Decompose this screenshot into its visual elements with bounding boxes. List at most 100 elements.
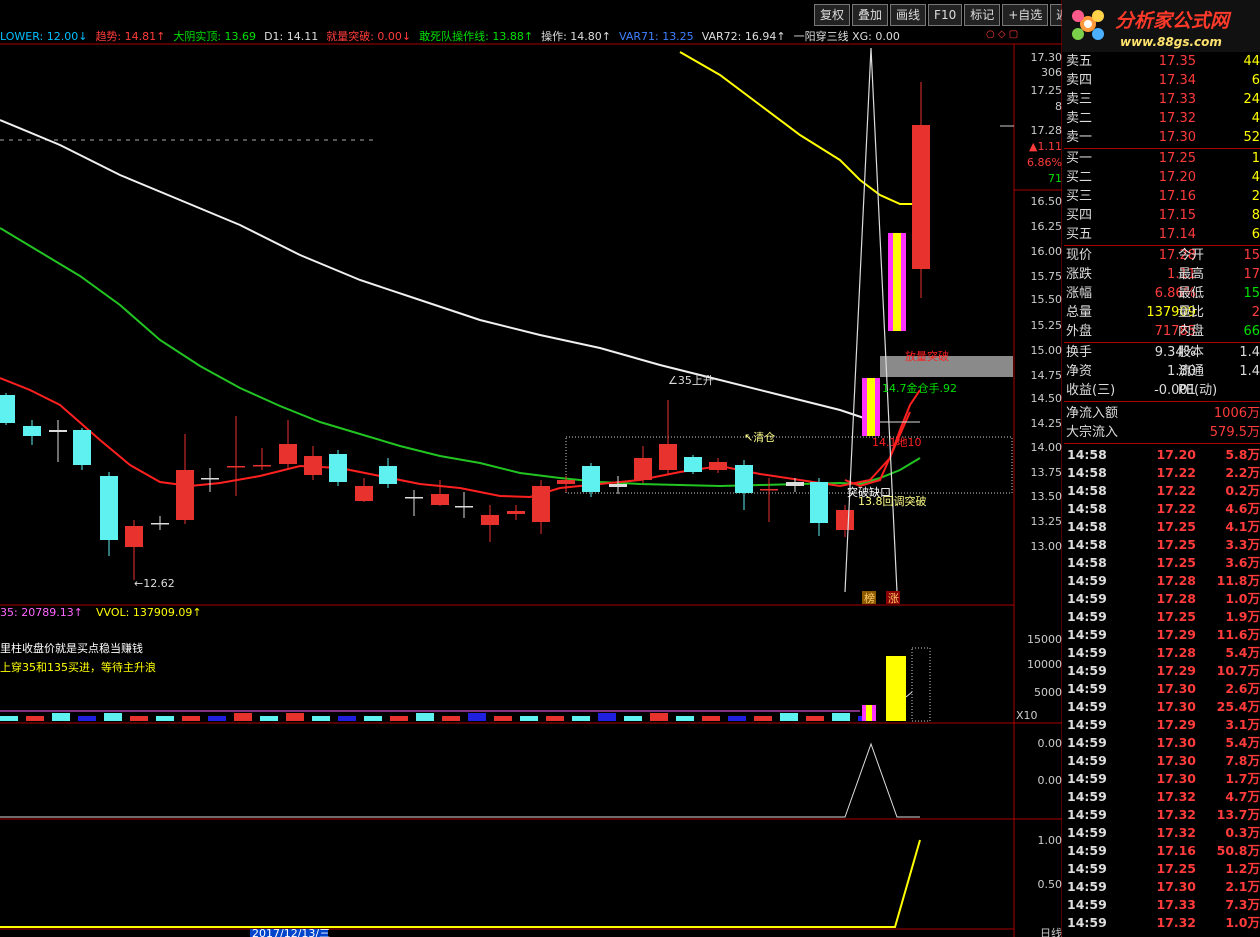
volume-bar (676, 716, 694, 721)
vol-axis-x10: X10 (1016, 709, 1038, 722)
price-axis-label: 13.00 (1031, 540, 1063, 553)
candle-body (49, 430, 67, 432)
candle-body (23, 426, 41, 436)
sell-level: 卖三 17.33 24 (1064, 90, 1260, 109)
cell: 14:59 (1067, 879, 1107, 894)
candle-body (532, 486, 550, 522)
cell: 17.29 (1156, 627, 1196, 642)
price-axis-label: 15.75 (1031, 270, 1063, 283)
volume-bar (624, 716, 642, 721)
candle-body (659, 444, 677, 470)
tick-row: 14:59 17.30 25.4万 (1064, 698, 1260, 716)
candle-body (201, 478, 219, 480)
volume-bar (650, 713, 668, 721)
quote-row: 涨幅 6.86% 最低 15 (1064, 284, 1260, 303)
volume-bar (572, 716, 590, 721)
cell: 8 (1251, 208, 1260, 223)
tick-row: 14:59 17.16 50.8万 (1064, 842, 1260, 860)
price-axis-label: 14.75 (1031, 369, 1063, 382)
cell: 量比 (1178, 305, 1205, 320)
price-axis-label: 16.00 (1031, 245, 1063, 258)
volume-bar-outline (911, 647, 931, 722)
tick-row: 14:59 17.30 1.7万 (1064, 770, 1260, 788)
cell: 17.32 (1156, 915, 1196, 930)
vol-ma135: 35: 20789.13↑ (0, 606, 83, 619)
price-axis-label: 15.00 (1031, 344, 1063, 357)
volume-bar (780, 713, 798, 721)
cell: 1.0万 (1225, 591, 1260, 606)
quote2-row: 净资 1.80 流通 1.4 (1064, 362, 1260, 381)
tick-row: 14:58 17.22 0.2万 (1064, 482, 1260, 500)
cell: 14:59 (1067, 609, 1107, 624)
price-axis-label: 15.50 (1031, 293, 1063, 306)
cell: 66 (1243, 324, 1260, 339)
cell: 卖三 (1066, 92, 1093, 107)
cell: 3.6万 (1225, 555, 1260, 570)
cell: 涨跌 (1066, 267, 1093, 282)
volume-bar (286, 713, 304, 721)
cell: 14:58 (1067, 501, 1107, 516)
cell: 14:59 (1067, 843, 1107, 858)
cell: 14:59 (1067, 573, 1107, 588)
cell: 13.7万 (1216, 807, 1260, 822)
volume-bar (832, 713, 850, 721)
price-axis-change: ▲1.11 (1029, 140, 1062, 153)
panel-separator (1064, 443, 1260, 444)
cell: 17.30 (1158, 130, 1196, 145)
cell: 买四 (1066, 208, 1093, 223)
volume-bar (208, 716, 226, 721)
tick-row: 14:59 17.28 5.4万 (1064, 644, 1260, 662)
tick-row: 14:58 17.22 4.6万 (1064, 500, 1260, 518)
cell: 14:58 (1067, 465, 1107, 480)
cell: 14:59 (1067, 861, 1107, 876)
breakout-vol-label: 放量突破 (905, 349, 949, 363)
candle-body (227, 466, 245, 468)
osc1-line (0, 742, 920, 818)
cell: 17.32 (1156, 789, 1196, 804)
price-axis-label: 16.25 (1031, 220, 1063, 233)
cell: 4.1万 (1225, 519, 1260, 534)
candle-body (176, 470, 194, 520)
cell: 14:59 (1067, 699, 1107, 714)
cell: 5.4万 (1225, 645, 1260, 660)
volume-bar (364, 716, 382, 721)
cell: 4.7万 (1225, 789, 1260, 804)
cell: 14:59 (1067, 897, 1107, 912)
cell: 收益(三) (1066, 383, 1116, 398)
cell: 10.7万 (1216, 663, 1260, 678)
cell: 14:58 (1067, 537, 1107, 552)
rise-label: ∠35上升 (668, 374, 714, 387)
kline-chart[interactable]: 17.30 17.25 17.28 16.50 16.25 16.00 15.75 15.50… (0, 0, 1062, 937)
price-axis-label: 17.30 (1031, 51, 1063, 64)
quote-row: 现价 17.28 今开 15 (1064, 246, 1260, 265)
vol-marker (905, 691, 913, 698)
tick-row: 14:58 17.25 3.3万 (1064, 536, 1260, 554)
osc1-axis-label: 0.00 (1038, 774, 1063, 787)
candle-body-yellow (893, 233, 901, 331)
cell: 流通 (1178, 364, 1205, 379)
volume-bar (754, 716, 772, 721)
tick-row: 14:58 17.20 5.8万 (1064, 446, 1260, 464)
candle-body (481, 515, 499, 525)
tab-daily: 日线 (1040, 926, 1062, 937)
cell: 17.33 (1158, 92, 1196, 107)
volume-bar (130, 716, 148, 721)
cell: 2.2万 (1225, 465, 1260, 480)
cell: 5.4万 (1225, 735, 1260, 750)
cell: 14:59 (1067, 807, 1107, 822)
sell-level: 卖二 17.32 4 (1064, 109, 1260, 128)
quote-panel: 卖五 17.35 44 卖四 17.34 6 卖三 17.33 24 卖二 17.32 4 卖一 17.3… (1064, 52, 1260, 937)
vol-vwol: VVOL: 137909.09↑ (96, 606, 202, 619)
tick-row: 14:59 17.30 7.8万 (1064, 752, 1260, 770)
candle-body (684, 457, 702, 472)
note-2: 上穿35和135买进，等待主升浪 (0, 660, 156, 674)
cell: 现价 (1066, 248, 1093, 263)
cell: 14:59 (1067, 771, 1107, 786)
candle-body (557, 480, 575, 484)
low-label: ←12.62 (134, 577, 175, 590)
quote2-row: 收益(三) -0.001 PE(动) (1064, 381, 1260, 400)
cell: 15 (1243, 286, 1260, 301)
flow-row: 净流入额 1006万 (1064, 404, 1260, 423)
cell: 1006万 (1213, 406, 1260, 421)
osc1-axis-label: 0.00 (1038, 737, 1063, 750)
